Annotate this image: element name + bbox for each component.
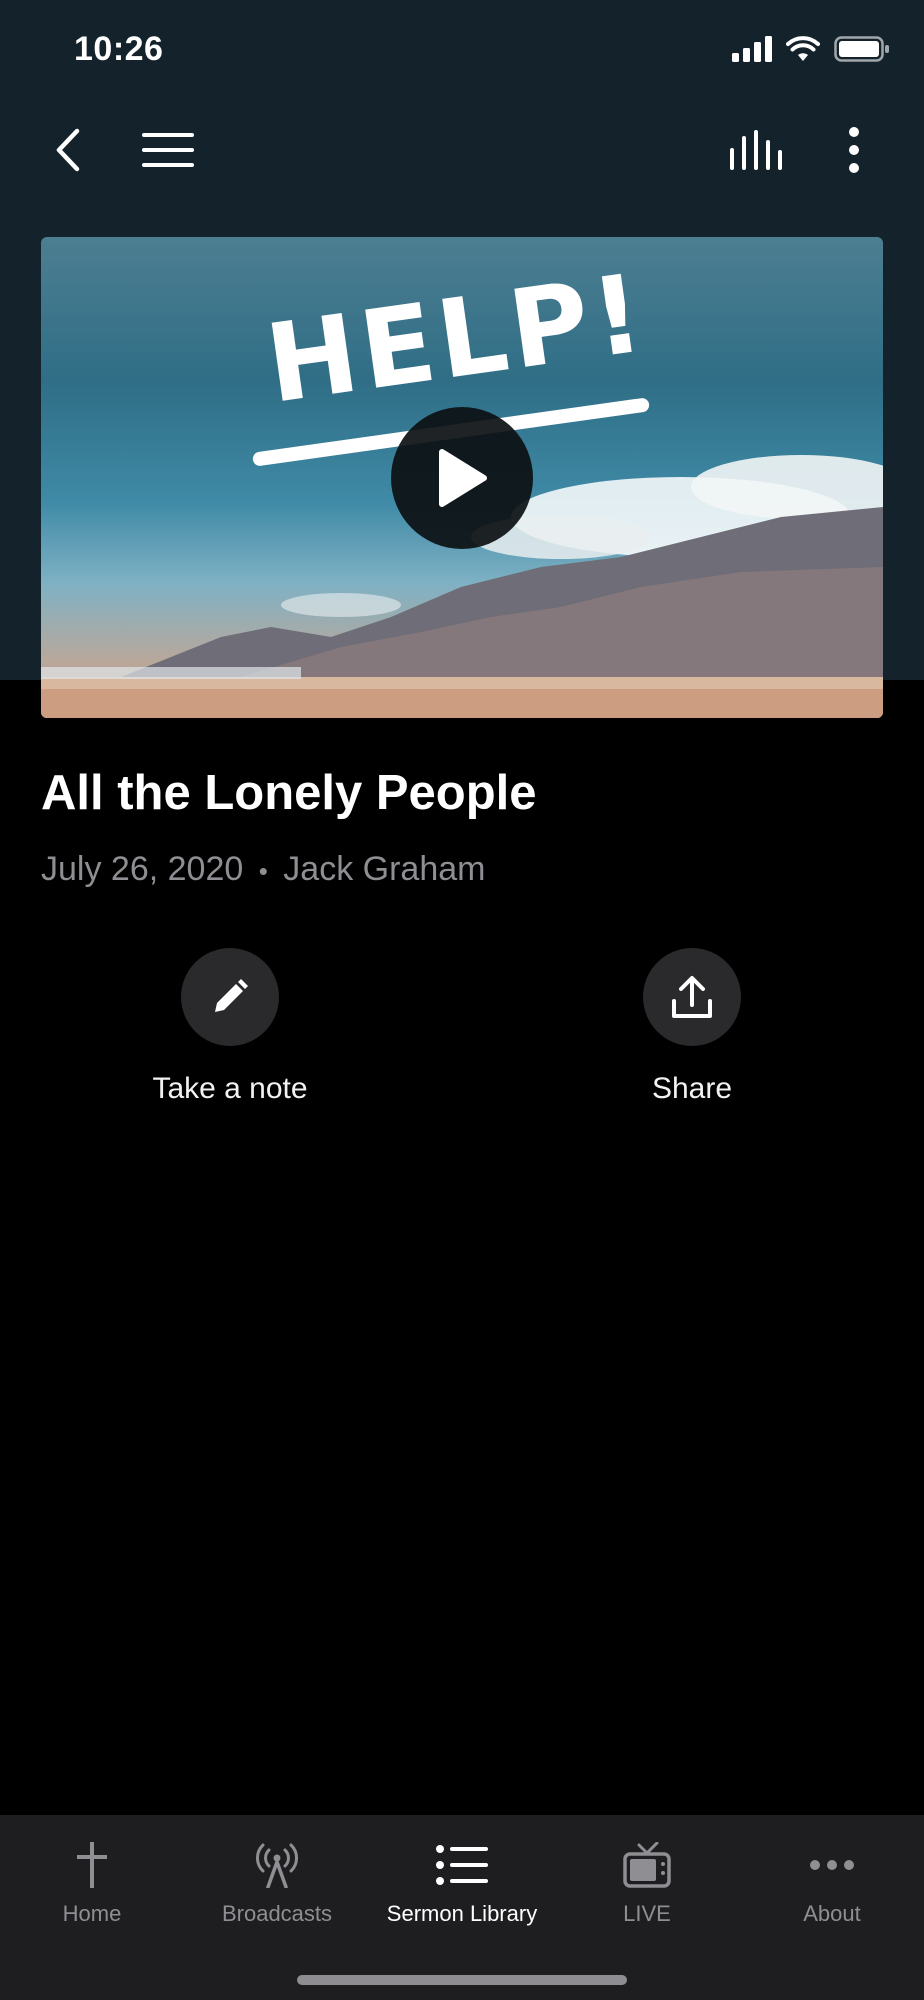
- tab-about-icon-wrap: [740, 1835, 924, 1895]
- audio-button[interactable]: [716, 110, 796, 190]
- share-circle: [643, 948, 741, 1046]
- tab-home-icon-wrap: [0, 1835, 184, 1895]
- take-note-button[interactable]: Take a note: [100, 948, 360, 1106]
- tab-bar: Home Broadcasts Sermon Library LIVE Abou…: [0, 1815, 924, 2000]
- take-note-circle: [181, 948, 279, 1046]
- sermon-video-thumbnail[interactable]: HELP!: [41, 237, 883, 718]
- signal-icon: [732, 36, 772, 62]
- list-icon: [436, 1845, 488, 1885]
- tab-sermon-library[interactable]: Sermon Library: [370, 1815, 554, 1945]
- sermon-title: All the Lonely People: [41, 766, 537, 820]
- tab-about[interactable]: About: [740, 1815, 924, 1945]
- pencil-icon: [215, 979, 248, 1012]
- play-button[interactable]: [391, 406, 533, 549]
- tab-sermon-library-icon-wrap: [370, 1835, 554, 1895]
- sermon-date: July 26, 2020: [41, 850, 244, 888]
- tab-live-label: LIVE: [623, 1901, 671, 1926]
- tab-live[interactable]: LIVE: [555, 1815, 739, 1945]
- cross-icon: [77, 1842, 107, 1888]
- tab-broadcasts-label: Broadcasts: [221, 1901, 333, 1926]
- status-bar: 10:26: [0, 0, 924, 100]
- battery-icon: [834, 36, 889, 62]
- take-note-label: Take a note: [152, 1072, 308, 1105]
- tab-about-label: About: [803, 1901, 861, 1926]
- tab-broadcasts-icon-wrap: [185, 1835, 369, 1895]
- share-button[interactable]: Share: [562, 948, 822, 1106]
- broadcast-icon: [256, 1843, 298, 1888]
- share-icon: [672, 976, 712, 1018]
- vertical-dots-icon: [849, 127, 859, 173]
- status-time: 10:26: [74, 30, 164, 68]
- status-icons: [732, 36, 890, 62]
- audio-bars-icon: [730, 130, 782, 170]
- meta-separator: •: [258, 856, 268, 886]
- more-options-button[interactable]: [814, 110, 894, 190]
- home-indicator: [297, 1975, 627, 1985]
- tab-home-label: Home: [62, 1901, 122, 1926]
- share-label: Share: [651, 1072, 733, 1105]
- tv-icon: [623, 1842, 671, 1888]
- chevron-left-icon: [56, 128, 80, 172]
- tab-home[interactable]: Home: [0, 1815, 184, 1945]
- sermon-speaker: Jack Graham: [283, 850, 486, 888]
- sermon-meta: July 26, 2020 • Jack Graham: [41, 850, 485, 889]
- play-icon: [439, 448, 487, 507]
- tab-broadcasts[interactable]: Broadcasts: [185, 1815, 369, 1945]
- navigation-bar: [0, 110, 924, 190]
- tab-live-icon-wrap: [555, 1835, 739, 1895]
- menu-button[interactable]: [128, 110, 208, 190]
- hamburger-icon: [142, 133, 194, 167]
- tab-sermon-library-label: Sermon Library: [386, 1901, 538, 1926]
- more-icon: [810, 1860, 854, 1870]
- wifi-icon: [786, 36, 820, 61]
- back-button[interactable]: [28, 110, 108, 190]
